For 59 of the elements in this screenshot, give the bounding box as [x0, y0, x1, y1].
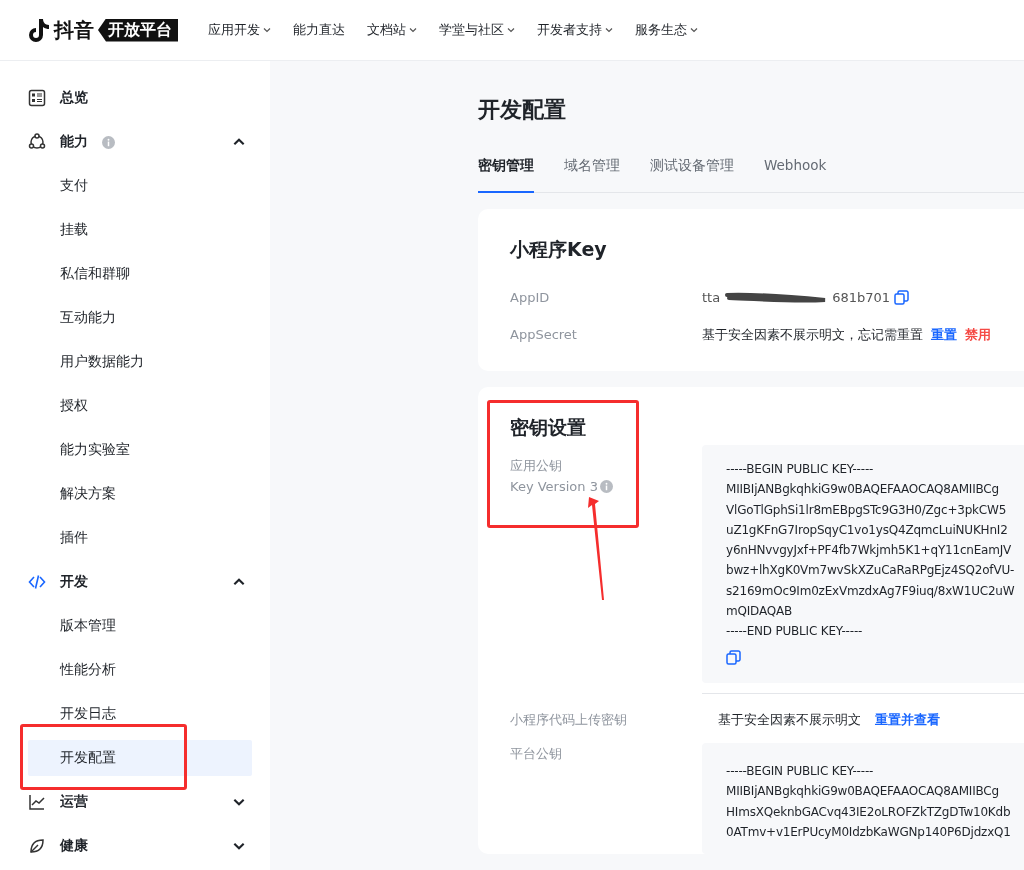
key-line: VlGoTlGphSi1lr8mEBpgSTc9G3H0/Zgc+3pkCW5 [726, 501, 1008, 519]
app-id: 681b701 [832, 290, 891, 305]
nav-link[interactable]: 文档站 [367, 21, 417, 39]
secret-note: 基于安全因素不展示明文 [718, 711, 861, 730]
page-title: 开发配置 [478, 96, 567, 124]
key-line: y6nHNvvgyJxf+PF4fb7Wkjmh5K1+qY11cnEamJV [726, 542, 1013, 560]
app-id: tta [702, 290, 721, 305]
tab[interactable]: 密钥管理 [478, 157, 534, 193]
field-label: 小程序代码上传密钥 [510, 711, 628, 730]
nav-link[interactable]: 学堂与社区 [439, 21, 515, 39]
key-line: -----BEGIN PUBLIC KEY----- [726, 762, 875, 780]
card-title: 小程序Key [510, 237, 607, 262]
key-version: Key Version 3 [510, 479, 598, 494]
key-line: MIIBIjANBgkqhkiG9w0BAQEFAAOCAQ8AMIIBCg [726, 783, 1000, 801]
nav-link[interactable]: 开发者支持 [537, 21, 613, 39]
sidebar-item[interactable]: 支付 [28, 168, 252, 204]
sidebar-item[interactable]: 私信和群聊 [28, 256, 252, 292]
reset-link[interactable]: 重置 [931, 325, 957, 344]
field-label: 平台公钥 [510, 744, 563, 763]
tab[interactable]: Webhook [764, 157, 827, 193]
sidebar-item[interactable]: 用户数据能力 [28, 344, 252, 380]
sidebar-item[interactable]: 插件 [28, 520, 252, 556]
sidebar-group[interactable]: 能力 [60, 133, 88, 151]
key-line: HImsXQeknbGACvq43IE2oLROFZkTZgDTw10Kdb [726, 803, 1012, 821]
sidebar-item[interactable]: 互动能力 [28, 300, 252, 336]
nav-link[interactable]: 应用开发 [208, 21, 271, 39]
logo-badge: 开放平台 [98, 18, 178, 42]
key-line: 0ATmv+v1ErPUcyM0IdzbKaWGNp140P6DjdzxQ1 [726, 823, 1012, 841]
secret-note: 基于安全因素不展示明文，忘记需重置 [702, 325, 923, 344]
tab[interactable]: 域名管理 [564, 157, 620, 193]
sidebar-group[interactable]: 运营 [60, 793, 88, 811]
key-line: -----BEGIN PUBLIC KEY----- [726, 461, 875, 478]
logo-text: 抖音 [54, 16, 94, 44]
sidebar-item[interactable]: 开发日志 [28, 696, 252, 732]
key-line: -----END PUBLIC KEY----- [726, 623, 864, 641]
field-label: AppID [510, 290, 551, 305]
sidebar-item[interactable]: 授权 [28, 388, 252, 424]
key-line: s2169mOc9Im0zExVmzdxAg7F9iuq/8xW1UC2uW [726, 582, 1016, 600]
sidebar-item[interactable]: 能力实验室 [28, 432, 252, 468]
key-line: uZ1gKFnG7IropSqyC1vo1ysQ4ZqmcLuiNUKHnI2 [726, 521, 1009, 539]
card-title: 密钥设置 [510, 415, 586, 440]
nav-link[interactable]: 能力直达 [293, 21, 345, 39]
key-line: bwz+lhXgK0Vm7wvSkXZuCaRaRPgEjz4SQ2ofVU- [726, 562, 1016, 580]
sidebar-group[interactable]: 健康 [60, 837, 88, 855]
field-label: 应用公钥 [510, 457, 563, 475]
sidebar-item[interactable]: 挂载 [28, 212, 252, 248]
sidebar-item[interactable]: 性能分析 [28, 652, 252, 688]
nav-link[interactable]: 服务生态 [635, 21, 698, 39]
reset-view-link[interactable]: 重置并查看 [875, 711, 940, 730]
sidebar-item[interactable]: 开发配置 [28, 740, 252, 776]
sidebar-item[interactable]: 版本管理 [28, 608, 252, 644]
key-line: mQIDAQAB [726, 603, 793, 621]
sidebar-group[interactable]: 开发 [60, 573, 88, 591]
disable-link[interactable]: 禁用 [965, 325, 991, 344]
sidebar-item[interactable]: 解决方案 [28, 476, 252, 512]
sidebar-group[interactable]: 总览 [60, 89, 88, 107]
key-line: MIIBIjANBgkqhkiG9w0BAQEFAAOCAQ8AMIIBCg [726, 481, 1000, 499]
field-label: AppSecret [510, 327, 578, 342]
tab[interactable]: 测试设备管理 [650, 157, 734, 193]
